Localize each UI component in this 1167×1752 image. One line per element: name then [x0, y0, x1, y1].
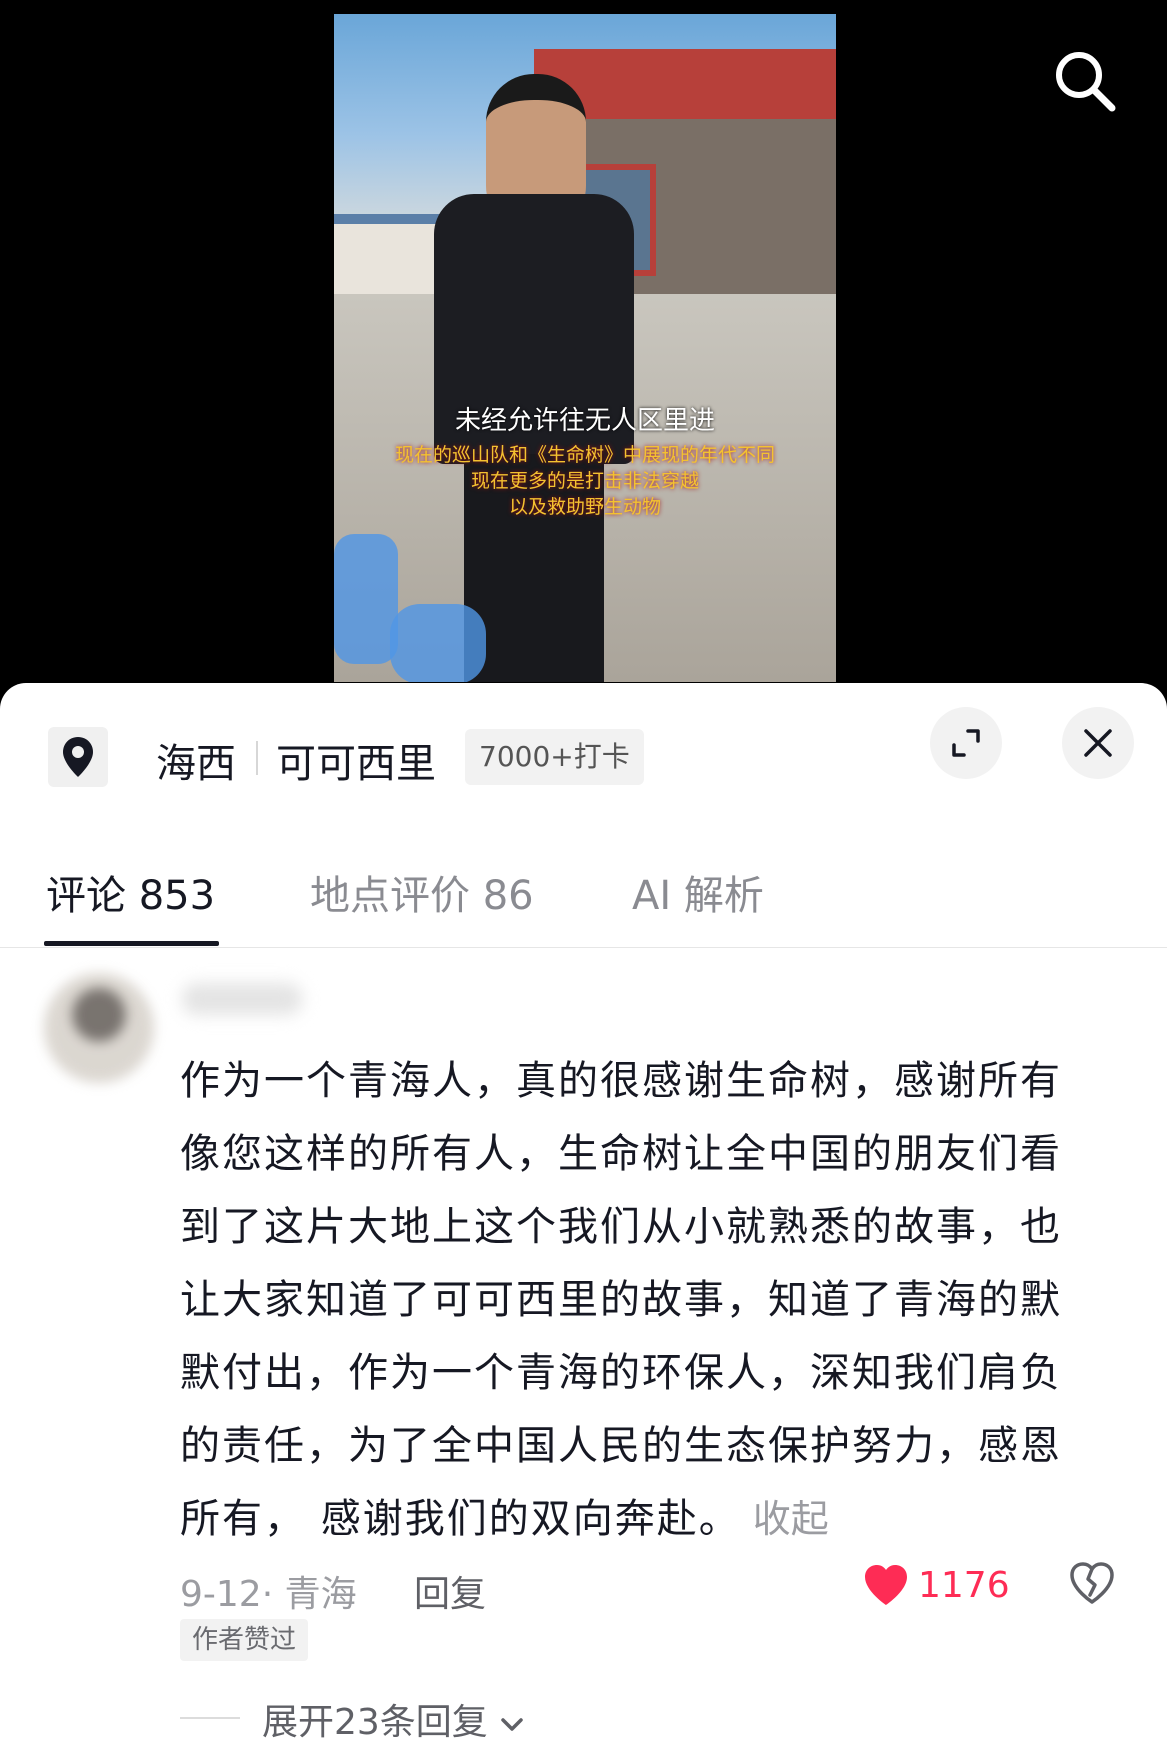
tab-ai-analysis[interactable]: AI 解析 [632, 863, 764, 921]
tabs-divider [0, 947, 1167, 948]
video-subtitle-line: 现在的巡山队和《生命树》中展现的年代不同 [394, 444, 775, 466]
comment-line: 像您这样的所有人，生命树让全中国的朋友们看 [180, 1131, 1062, 1177]
checkin-badge: 7000+打卡 [465, 729, 644, 785]
location-pin-button[interactable] [48, 727, 108, 787]
reply-button[interactable]: 回复 [414, 1565, 486, 1617]
comment-line: 所有， 感谢我们的双向奔赴。 [180, 1496, 741, 1542]
video-subtitle-main: 未经允许往无人区里进 [454, 406, 715, 436]
expand-replies-button[interactable]: 展开23条回复 [262, 1693, 525, 1745]
video-player[interactable]: 未经允许往无人区里进 现在的巡山队和《生命树》中展现的年代不同 现在更多的是打击… [0, 0, 1167, 690]
water-bottle [334, 534, 398, 664]
comment-date-location: 9-12· 青海 [180, 1574, 357, 1615]
like-count: 1176 [918, 1565, 1010, 1606]
close-button[interactable] [1062, 707, 1134, 779]
expand-icon [952, 729, 980, 757]
location-separator [256, 741, 258, 775]
comment-panel: 海西 可可西里 7000+打卡 评论 853 地点评价 86 AI 解析 作为一… [0, 683, 1167, 1752]
collapse-link[interactable]: 收起 [753, 1497, 829, 1541]
location-place[interactable]: 可可西里 [276, 731, 436, 789]
dislike-button[interactable] [1068, 1561, 1116, 1609]
broken-heart-icon [1070, 1562, 1114, 1604]
location-region[interactable]: 海西 [156, 731, 236, 789]
active-tab-indicator [44, 941, 219, 946]
expand-replies-label: 展开23条回复 [262, 1702, 488, 1743]
chevron-down-icon [501, 1718, 524, 1731]
comment-text: 作为一个青海人，真的很感谢生命树，感谢所有 像您这样的所有人，生命树让全中国的朋… [180, 1045, 1110, 1556]
like-button[interactable] [862, 1563, 910, 1611]
comment-line: 让大家知道了可可西里的故事，知道了青海的默 [180, 1277, 1062, 1323]
comment-line: 作为一个青海人，真的很感谢生命树，感谢所有 [180, 1058, 1062, 1104]
fullscreen-button[interactable] [930, 707, 1002, 779]
tab-location-reviews[interactable]: 地点评价 86 [310, 863, 534, 921]
comment-line: 的责任，为了全中国人民的生态保护努力，感恩 [180, 1423, 1062, 1469]
tab-comments[interactable]: 评论 853 [46, 863, 215, 921]
heart-icon [865, 1565, 907, 1605]
video-subtitle-line: 以及救助野生动物 [508, 496, 661, 518]
search-button[interactable] [1050, 46, 1120, 116]
close-icon [1084, 729, 1112, 757]
search-icon [1056, 52, 1116, 112]
video-subtitle-line: 现在更多的是打击非法穿越 [470, 470, 699, 492]
avatar[interactable] [44, 973, 154, 1083]
comment-line: 到了这片大地上这个我们从小就熟悉的故事，也 [180, 1204, 1062, 1250]
video-frame[interactable]: 未经允许往无人区里进 现在的巡山队和《生命树》中展现的年代不同 现在更多的是打击… [334, 14, 836, 682]
comment-line: 默付出，作为一个青海的环保人，深知我们肩负 [180, 1350, 1062, 1396]
expand-divider-line [180, 1717, 240, 1719]
water-bottle [390, 604, 486, 682]
username[interactable] [182, 983, 302, 1015]
video-person [424, 74, 644, 682]
location-pin-icon [63, 737, 93, 777]
author-liked-badge: 作者赞过 [180, 1619, 309, 1661]
